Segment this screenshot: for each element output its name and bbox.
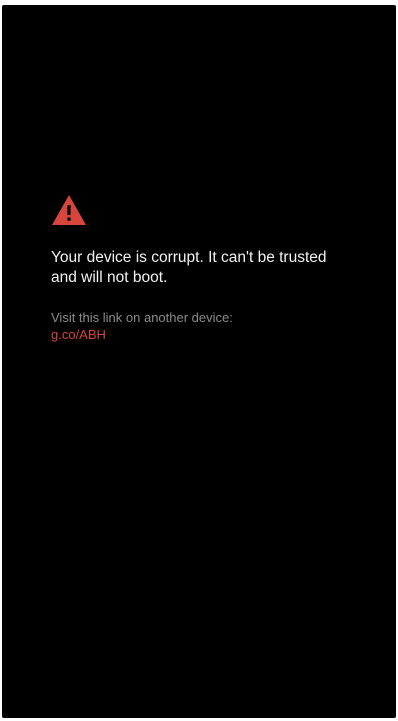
warning-icon (52, 195, 86, 225)
corrupt-device-message: Your device is corrupt. It can't be trus… (51, 249, 327, 286)
help-link[interactable]: g.co/ABH (51, 326, 106, 343)
boot-warning-screen: Your device is corrupt. It can't be trus… (2, 5, 396, 718)
visit-link-prompt: Visit this link on another device: (51, 310, 233, 325)
